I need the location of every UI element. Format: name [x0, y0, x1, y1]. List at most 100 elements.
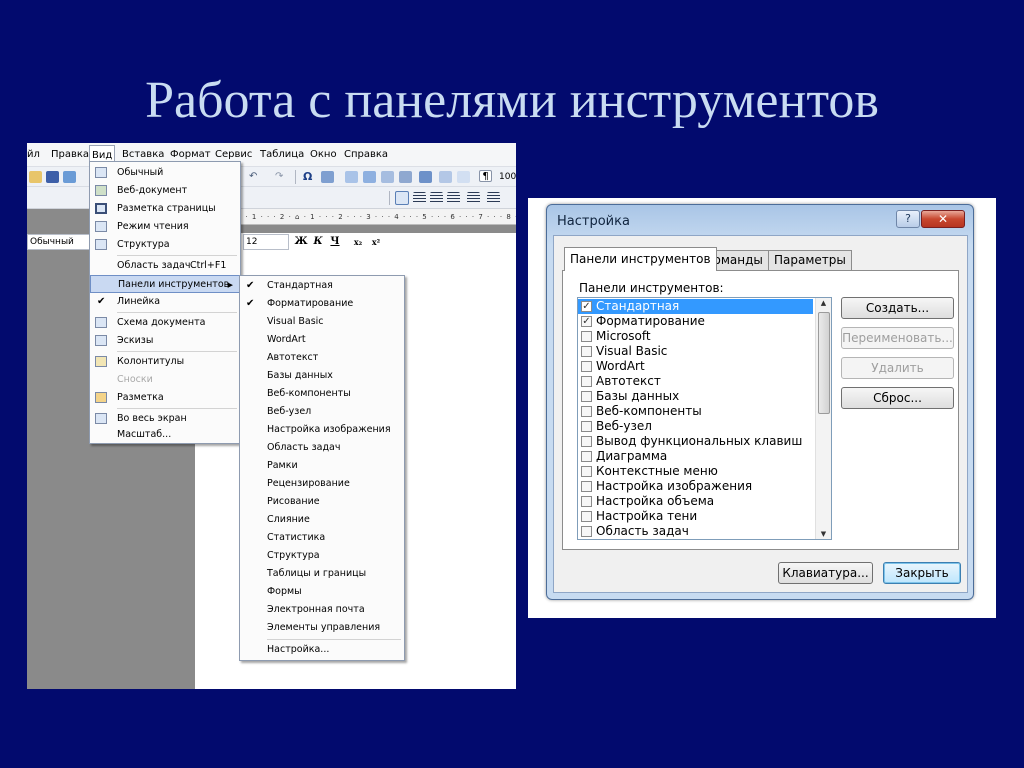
align-center-icon[interactable] [413, 192, 426, 204]
menu-format[interactable]: Формат [170, 149, 211, 160]
list-item[interactable]: Настройка объема [578, 494, 813, 509]
columns-icon[interactable] [399, 171, 412, 183]
hyperlink-icon[interactable] [321, 171, 334, 183]
list-item[interactable]: ✓ Форматирование [578, 314, 813, 329]
menu-file[interactable]: йл [27, 149, 40, 160]
view-menu-item-markup[interactable]: Разметка [90, 389, 240, 407]
checkbox[interactable] [581, 436, 592, 447]
open-icon[interactable] [29, 171, 42, 183]
symbol-icon[interactable]: Ω [303, 170, 316, 183]
underline-button[interactable]: Ч [327, 234, 343, 250]
submenu-item-customize[interactable]: Настройка... [240, 641, 404, 659]
submenu-item-task-pane[interactable]: Область задач [240, 439, 404, 457]
list-item[interactable]: Контекстные меню [578, 464, 813, 479]
checkbox[interactable]: ✓ [581, 316, 592, 327]
submenu-item-control-toolbox[interactable]: Элементы управления [240, 619, 404, 637]
view-menu-item-task-pane[interactable]: Область задач Ctrl+F1 [90, 257, 240, 275]
menu-tools[interactable]: Сервис [215, 149, 252, 160]
italic-button[interactable]: К [310, 234, 326, 250]
help-button[interactable]: ? [896, 210, 920, 228]
view-menu-item-ruler[interactable]: ✔ Линейка [90, 293, 240, 311]
redo-icon[interactable]: ↷ [275, 171, 288, 183]
subscript-button[interactable]: x₂ [350, 234, 366, 250]
align-right-icon[interactable] [430, 192, 443, 204]
submenu-item-mail-merge[interactable]: Слияние [240, 511, 404, 529]
list-item[interactable]: Visual Basic [578, 344, 813, 359]
submenu-item-standard[interactable]: ✔ Стандартная [240, 277, 404, 295]
list-item[interactable]: Автотекст [578, 374, 813, 389]
font-size-select[interactable]: 12 [243, 234, 289, 250]
superscript-button[interactable]: x² [368, 234, 384, 250]
numbering-icon[interactable] [487, 192, 500, 204]
checkbox[interactable] [581, 376, 592, 387]
submenu-item-email[interactable]: Электронная почта [240, 601, 404, 619]
menu-edit[interactable]: Правка [51, 149, 89, 160]
checkbox[interactable] [581, 526, 592, 537]
create-button[interactable]: Создать... [841, 297, 954, 319]
submenu-item-forms[interactable]: Формы [240, 583, 404, 601]
menu-insert[interactable]: Вставка [122, 149, 164, 160]
list-item[interactable]: ✓ Стандартная [578, 299, 813, 314]
list-item[interactable]: Веб-компоненты [578, 404, 813, 419]
checkbox[interactable] [581, 451, 592, 462]
menu-help[interactable]: Справка [344, 149, 388, 160]
list-item[interactable]: Microsoft [578, 329, 813, 344]
horizontal-ruler[interactable]: · · 1 · · · 2 · ⌂ · 1 · · · 2 · · · 3 · … [237, 209, 516, 225]
submenu-item-frames[interactable]: Рамки [240, 457, 404, 475]
list-item[interactable]: Диаграмма [578, 449, 813, 464]
list-item[interactable]: Настройка изображения [578, 479, 813, 494]
view-menu-item-document-map[interactable]: Схема документа [90, 314, 240, 332]
submenu-item-web-tools[interactable]: Веб-компоненты [240, 385, 404, 403]
checkbox[interactable] [581, 511, 592, 522]
list-item[interactable]: Веб-узел [578, 419, 813, 434]
view-menu-item-header-footer[interactable]: Колонтитулы [90, 353, 240, 371]
scrollbar-thumb[interactable] [818, 312, 830, 414]
bold-button[interactable]: Ж [293, 234, 309, 250]
permission-icon[interactable] [63, 171, 76, 183]
list-item[interactable]: Область задач [578, 524, 813, 539]
keyboard-button[interactable]: Клавиатура... [778, 562, 873, 584]
scroll-down-icon[interactable]: ▼ [816, 530, 831, 538]
view-menu-item-page-layout[interactable]: Разметка страницы [90, 200, 240, 218]
menu-table[interactable]: Таблица [260, 149, 304, 160]
checkbox[interactable] [581, 496, 592, 507]
toolbars-list[interactable]: ✓ Стандартная ✓ Форматирование Microsoft V… [577, 297, 832, 540]
submenu-item-word-count[interactable]: Статистика [240, 529, 404, 547]
checkbox[interactable] [581, 481, 592, 492]
line-spacing-icon[interactable] [467, 192, 480, 204]
submenu-item-outlining[interactable]: Структура [240, 547, 404, 565]
insert-excel-icon[interactable] [381, 171, 394, 183]
document-map-icon[interactable] [439, 171, 452, 183]
close-button[interactable]: Закрыть [883, 562, 961, 584]
checkbox[interactable] [581, 361, 592, 372]
view-menu-item-normal[interactable]: Обычный [90, 164, 240, 182]
checkbox[interactable] [581, 391, 592, 402]
view-menu-item-toolbars[interactable]: Панели инструментов ▶ [90, 275, 240, 293]
view-menu-item-zoom[interactable]: Масштаб... [90, 426, 240, 444]
submenu-item-wordart[interactable]: WordArt [240, 331, 404, 349]
justify-icon[interactable] [447, 192, 460, 204]
submenu-item-visual-basic[interactable]: Visual Basic [240, 313, 404, 331]
list-item[interactable]: WordArt [578, 359, 813, 374]
show-hide-icon[interactable]: ¶ [479, 170, 492, 182]
menu-window[interactable]: Окно [310, 149, 337, 160]
checkbox[interactable] [581, 346, 592, 357]
read-icon[interactable] [457, 171, 470, 183]
submenu-item-drawing[interactable]: Рисование [240, 493, 404, 511]
submenu-item-autotext[interactable]: Автотекст [240, 349, 404, 367]
undo-icon[interactable]: ↶ [249, 171, 262, 183]
scroll-up-icon[interactable]: ▲ [816, 299, 831, 307]
reset-button[interactable]: Сброс... [841, 387, 954, 409]
checkbox[interactable] [581, 406, 592, 417]
submenu-item-database[interactable]: Базы данных [240, 367, 404, 385]
submenu-item-web[interactable]: Веб-узел [240, 403, 404, 421]
list-item[interactable]: Вывод функциональных клавиш [578, 434, 813, 449]
submenu-item-tables-borders[interactable]: Таблицы и границы [240, 565, 404, 583]
align-left-icon[interactable] [395, 191, 409, 205]
tab-toolbars[interactable]: Панели инструментов [564, 247, 717, 271]
tables-borders-icon[interactable] [345, 171, 358, 183]
list-item[interactable]: Базы данных [578, 389, 813, 404]
close-window-button[interactable]: ✕ [921, 210, 965, 228]
insert-table-icon[interactable] [363, 171, 376, 183]
list-scrollbar[interactable]: ▲ ▼ [815, 298, 831, 539]
